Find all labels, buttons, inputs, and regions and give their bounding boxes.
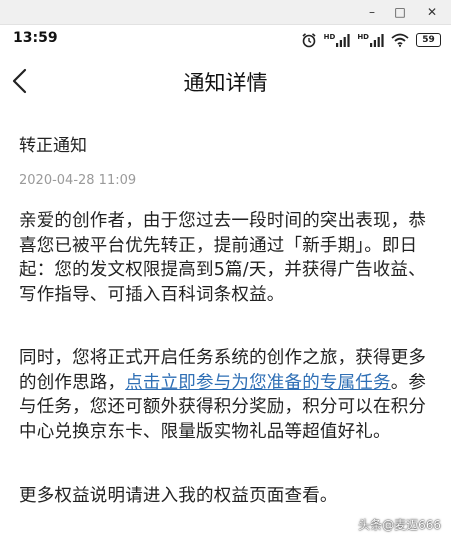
signal-icon: HD [323,32,351,47]
watermark: 头条@麦迈666 [358,516,441,533]
window-title-bar: – □ ✕ [0,0,451,25]
signal-icon-2: HD [357,32,384,47]
notice-title: 转正通知 [19,136,87,156]
network-label-2: HD [357,32,369,41]
minimize-button[interactable]: – [358,2,386,22]
maximize-button[interactable]: □ [386,2,414,22]
notice-paragraph-1: 亲爱的创作者，由于您过去一段时间的突出表现，恭喜您已被平台优先转正，提前通过「新… [19,211,427,305]
signal-bars-icon [336,33,350,47]
page-header: 通知详情 [0,58,451,104]
status-bar: 13:59 HD HD 59 [0,25,451,55]
alarm-icon [302,33,316,48]
status-time: 13:59 [13,30,58,46]
close-button[interactable]: ✕ [418,2,446,22]
signal-bars-icon-2 [370,33,384,47]
battery-indicator: 59 [416,33,441,47]
notice-paragraph-3: 更多权益说明请进入我的权益页面查看。 [19,486,338,506]
notice-date: 2020-04-28 11:09 [19,173,137,188]
watermark-text: 头条@麦迈666 [358,518,441,532]
notice-paragraph-2: 同时，您将正式开启任务系统的创作之旅，获得更多的创作思路，点击立即参与为您准备的… [19,346,439,444]
status-icons: HD HD 59 [301,31,441,49]
join-task-link[interactable]: 点击立即参与为您准备的专属任务 [125,373,391,393]
network-label: HD [323,32,336,41]
page-title: 通知详情 [183,71,268,95]
wifi-icon [391,33,409,47]
